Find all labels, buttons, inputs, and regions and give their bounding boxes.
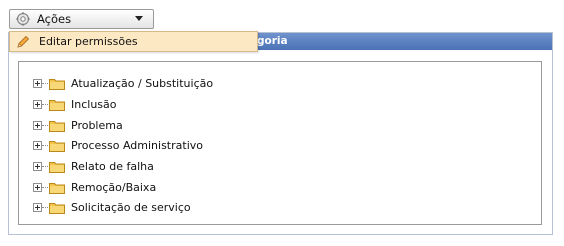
folder-icon bbox=[49, 140, 65, 152]
tree-item[interactable]: Relato de falha bbox=[33, 158, 154, 174]
actions-menu: Editar permissões bbox=[9, 31, 258, 52]
tree-item-label: Solicitação de serviço bbox=[71, 200, 191, 214]
expand-icon[interactable] bbox=[33, 140, 42, 150]
expand-icon[interactable] bbox=[33, 78, 42, 88]
folder-icon bbox=[49, 202, 65, 214]
tree-item[interactable]: Remoção/Baixa bbox=[33, 179, 156, 195]
tree-item-label: Remoção/Baixa bbox=[71, 180, 157, 194]
pencil-icon bbox=[17, 35, 30, 48]
folder-icon bbox=[49, 182, 65, 194]
menu-item-edit-permissions[interactable]: Editar permissões bbox=[39, 35, 138, 48]
actions-dropdown-button[interactable]: Ações bbox=[9, 9, 154, 29]
actions-label: Ações bbox=[37, 12, 72, 26]
chevron-down-icon bbox=[135, 16, 143, 21]
tree-item-label: Atualização / Substituição bbox=[71, 76, 214, 90]
category-tree: Atualização / Substituição Inclusão Prob… bbox=[18, 61, 542, 225]
expand-icon[interactable] bbox=[33, 182, 42, 192]
folder-icon bbox=[49, 99, 65, 111]
expand-icon[interactable] bbox=[33, 99, 42, 109]
panel-title: goria bbox=[257, 35, 288, 47]
gear-icon bbox=[16, 12, 30, 26]
expand-icon[interactable] bbox=[33, 161, 42, 171]
tree-item-label: Inclusão bbox=[71, 97, 117, 111]
tree-item[interactable]: Atualização / Substituição bbox=[33, 75, 213, 91]
tree-item-label: Relato de falha bbox=[71, 159, 154, 173]
folder-icon bbox=[49, 78, 65, 90]
category-panel: goria Atualização / Substituição Inclusã… bbox=[8, 32, 553, 235]
folder-icon bbox=[49, 161, 65, 173]
tree-item-label: Problema bbox=[71, 118, 123, 132]
tree-item[interactable]: Processo Administrativo bbox=[33, 137, 203, 153]
expand-icon[interactable] bbox=[33, 120, 42, 130]
tree-item[interactable]: Solicitação de serviço bbox=[33, 199, 191, 215]
tree-item[interactable]: Inclusão bbox=[33, 96, 117, 112]
tree-item-label: Processo Administrativo bbox=[71, 138, 203, 152]
folder-icon bbox=[49, 120, 65, 132]
expand-icon[interactable] bbox=[33, 202, 42, 212]
tree-item[interactable]: Problema bbox=[33, 117, 123, 133]
